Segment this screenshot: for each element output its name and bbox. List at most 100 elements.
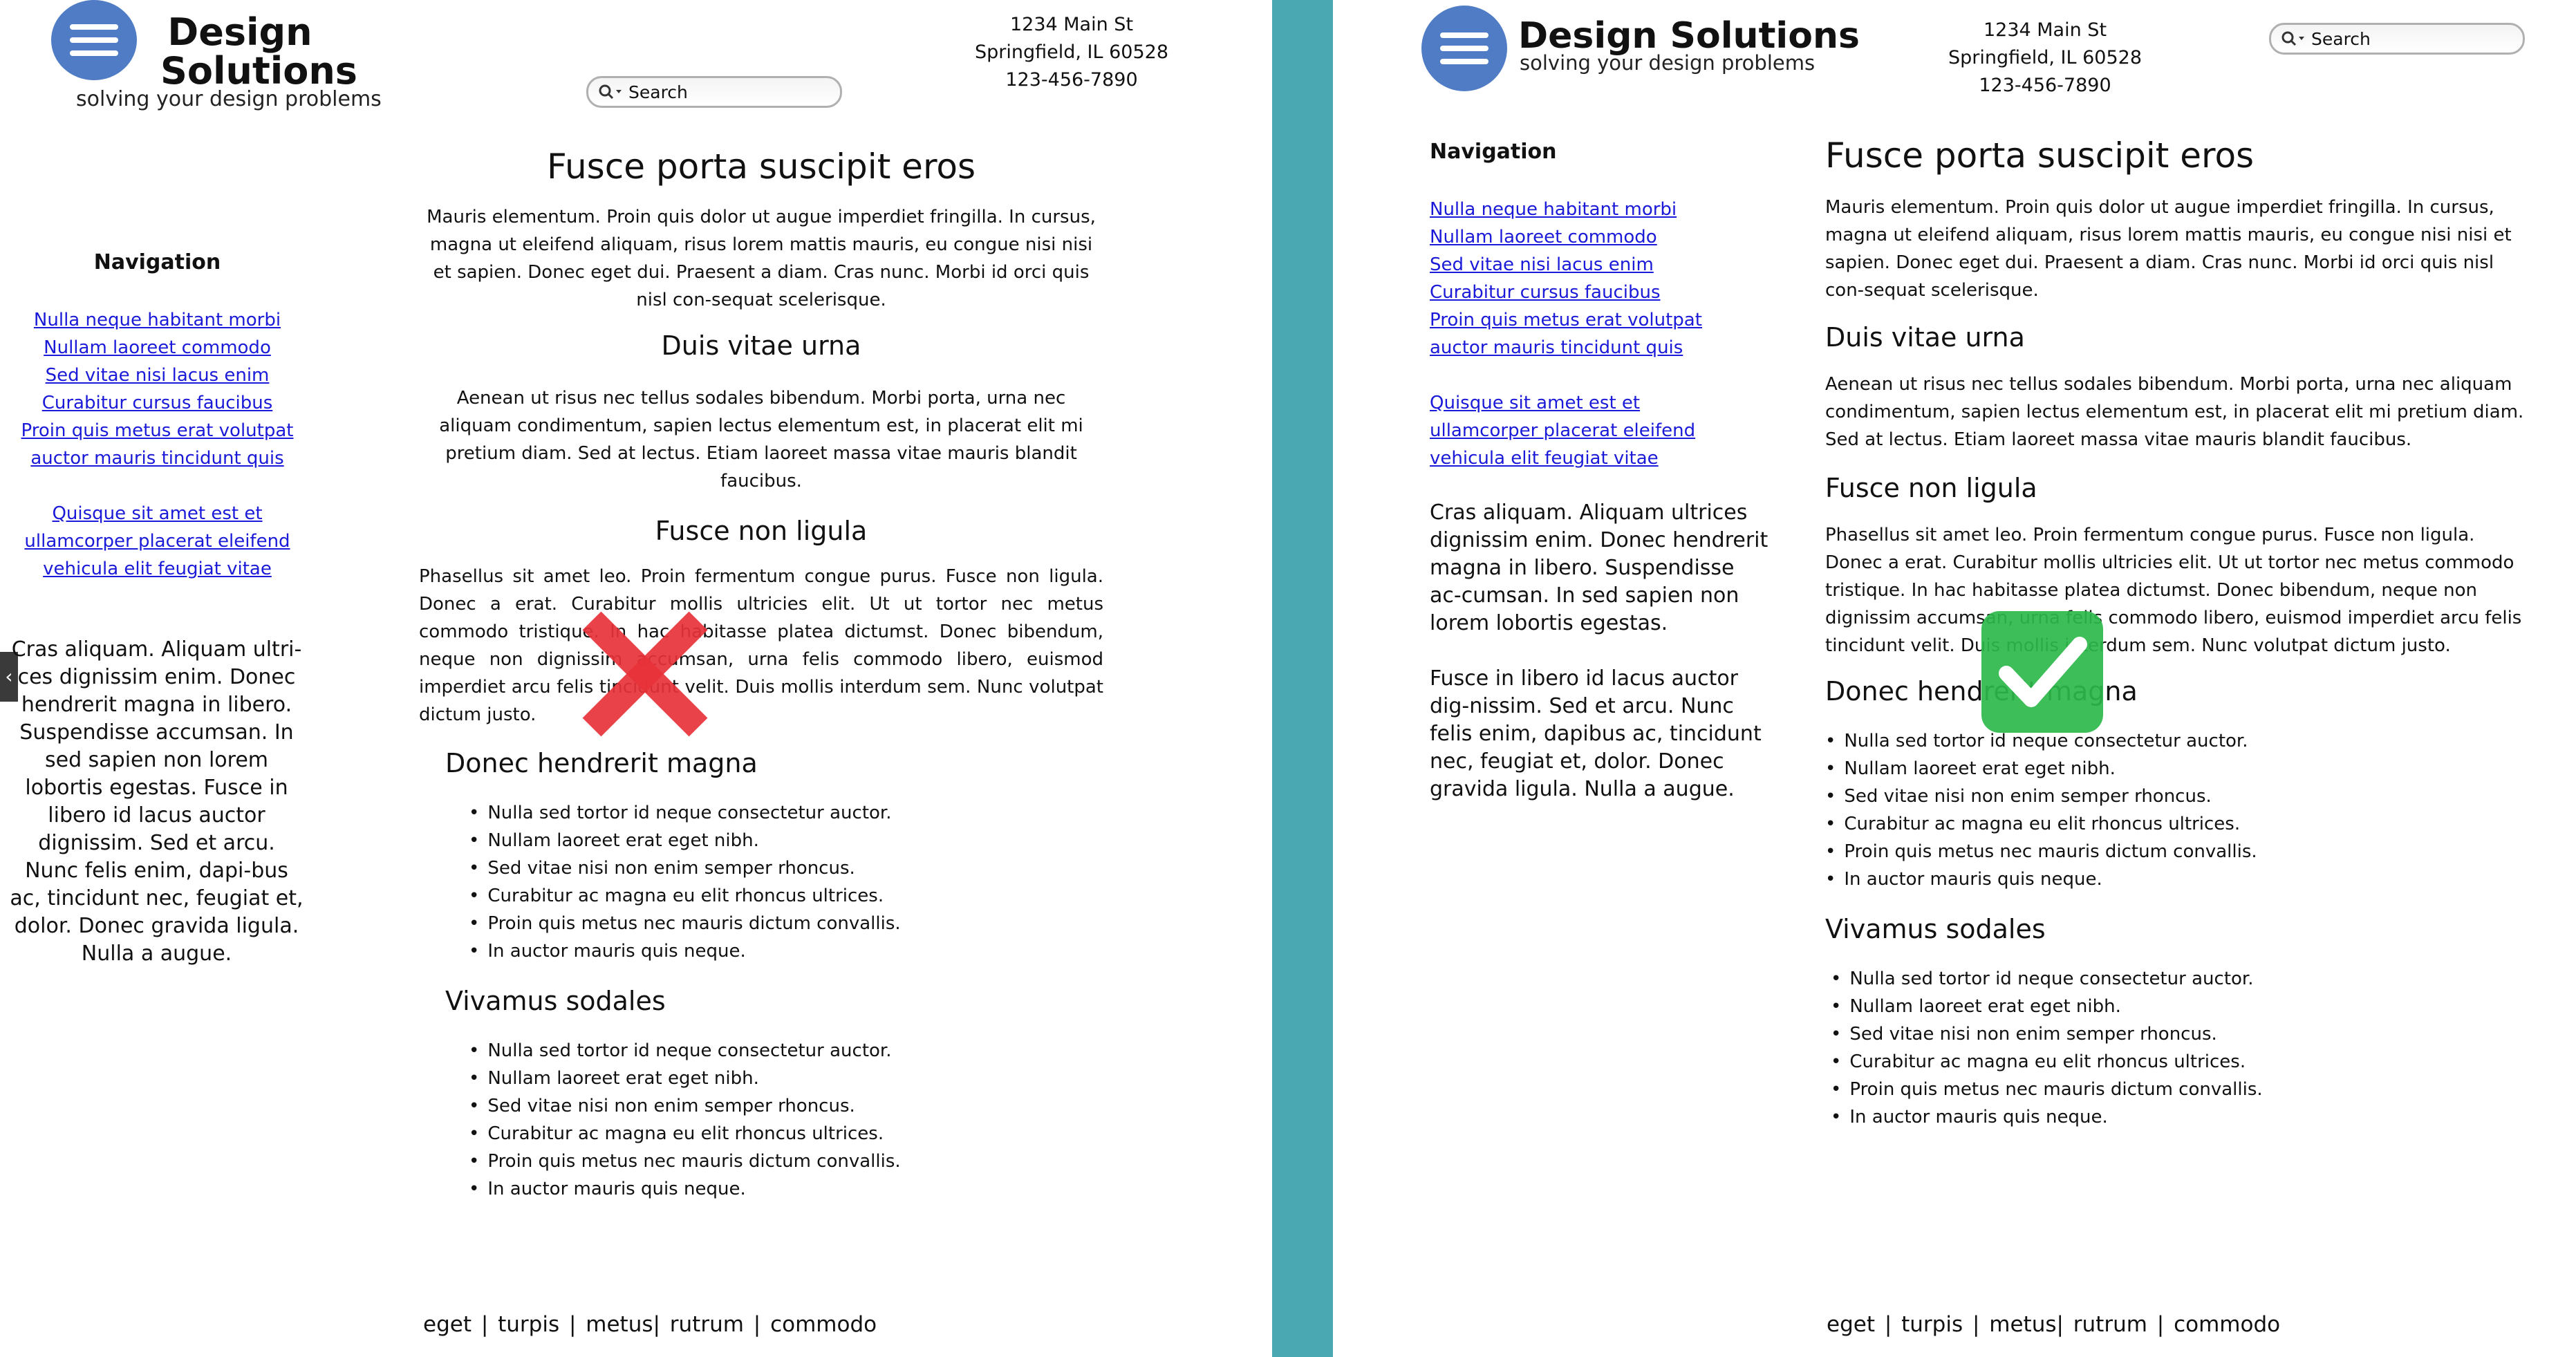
nav-link-1[interactable]: Nulla neque habitant morbi [1430,199,1677,220]
nav-link-4[interactable]: Curabitur cursus faucibus [1430,282,1661,303]
nav-link-3[interactable]: Sed vitae nisi lacus enim [46,365,270,386]
logo-menu-icon[interactable] [51,0,137,80]
nav-item: ullamcorper placerat eleifend [0,527,315,555]
bullet-list-1: Nulla sed tortor id neque consectetur au… [1825,727,2530,893]
nav-link-5[interactable]: Proin quis metus erat volutpat [1430,310,1702,330]
nav-link-8[interactable]: ullamcorper placerat eleifend [24,531,290,552]
list-item: Nullam laoreet erat eget nibh. [1825,755,2530,783]
bullet-list-2: Nulla sed tortor id neque consectetur au… [1831,965,2530,1131]
search-icon [2281,31,2304,46]
nav-link-7[interactable]: Quisque sit amet est et [52,503,262,524]
nav-item: ullamcorper placerat eleifend [1430,417,1702,444]
nav-list: Nulla neque habitant morbi Nullam laoree… [0,306,315,583]
tagline: solving your design problems [76,87,382,111]
section-heading-2: Fusce non ligula [655,516,868,546]
left-panel-rejected: Design Solutions solving your design pro… [0,0,1272,1357]
nav-link-2[interactable]: Nullam laoreet commodo [1430,227,1657,247]
section-heading-2: Fusce non ligula [1825,473,2037,503]
intro-paragraph: Mauris elementum. Proin quis dolor ut au… [1825,197,2512,301]
red-x-icon [582,611,708,737]
nav-link-9[interactable]: vehicula elit feugiat vitae [1430,448,1659,469]
nav-spacer [1430,362,1702,389]
address-phone: 123-456-7890 [1005,69,1138,91]
section-paragraph-1: Aenean ut risus nec tellus sodales biben… [1825,374,2524,450]
page-title: Fusce porta suscipit eros [1825,135,2255,176]
footer-links: eget | turpis | metus| rutrum | commodo [1827,1312,2281,1337]
nav-link-4[interactable]: Curabitur cursus faucibus [42,393,273,413]
sidebar-text-1: Cras aliquam. Aliquam ultrices dignissim… [1430,500,1768,635]
section-heading-1: Duis vitae urna [661,330,861,361]
nav-link-7[interactable]: Quisque sit amet est et [1430,393,1640,413]
list-item: Nulla sed tortor id neque consectetur au… [469,1037,1103,1065]
tagline: solving your design problems [1520,51,1816,75]
green-check-icon [1981,611,2103,733]
brand-line-2: Solutions [160,49,357,93]
address-city: Springfield, IL 60528 [1948,47,2143,68]
list-item: Sed vitae nisi non enim semper rhoncus. [1831,1020,2530,1048]
list-item: Nulla sed tortor id neque consectetur au… [469,799,1103,827]
list-item: Nullam laoreet erat eget nibh. [1831,993,2530,1020]
right-panel-approved: Design Solutions solving your design pro… [1333,0,2576,1357]
nav-link-1[interactable]: Nulla neque habitant morbi [34,310,281,330]
section-paragraph-2: Phasellus sit amet leo. Proin fermentum … [1825,525,2522,656]
list-item: Sed vitae nisi non enim semper rhoncus. [469,1092,1103,1120]
nav-link-6[interactable]: auctor mauris tincidunt quis [30,448,283,469]
search-input[interactable]: Search [586,76,842,108]
address-phone: 123-456-7890 [1979,75,2111,96]
nav-item: auctor mauris tincidunt quis [1430,334,1702,362]
brand-name: Design Solutions [160,10,357,93]
brand-name: Design Solutions [1518,15,1860,57]
list-item: In auctor mauris quis neque. [469,937,1103,965]
nav-item: Nulla neque habitant morbi [1430,196,1702,223]
search-placeholder: Search [2311,28,2371,49]
section-heading-3: Donec hendrerit magna [1825,676,2138,706]
list-item: Curabitur ac magna eu elit rhoncus ultri… [469,882,1103,910]
list-item: Proin quis metus nec mauris dictum conva… [469,910,1103,937]
nav-item: Sed vitae nisi lacus enim [0,362,315,389]
list-item: Nullam laoreet erat eget nibh. [469,827,1103,854]
section-heading-4: Vivamus sodales [1825,914,2046,944]
nav-item: vehicula elit feugiat vitae [0,555,315,583]
list-item: Sed vitae nisi non enim semper rhoncus. [469,854,1103,882]
list-item: Sed vitae nisi non enim semper rhoncus. [1825,783,2530,810]
main-content: Fusce porta suscipit eros Mauris element… [1825,135,2530,1131]
nav-title: Navigation [93,250,221,274]
footer-links: eget | turpis | metus| rutrum | commodo [423,1312,877,1337]
nav-list: Nulla neque habitant morbi Nullam laoree… [1430,196,1702,472]
address-street: 1234 Main St [1009,14,1134,35]
section-paragraph-2: Phasellus sit amet leo. Proin fermentum … [419,566,1103,725]
nav-title: Navigation [1430,140,1557,164]
bullet-list-2: Nulla sed tortor id neque consectetur au… [469,1037,1103,1203]
main-content: Fusce porta suscipit eros Mauris element… [419,147,1103,1203]
search-icon [599,84,622,100]
nav-item: Sed vitae nisi lacus enim [1430,251,1702,279]
nav-item: Proin quis metus erat volutpat [1430,306,1702,334]
nav-link-8[interactable]: ullamcorper placerat eleifend [1430,420,1695,441]
bullet-list-1: Nulla sed tortor id neque consectetur au… [469,799,1103,965]
nav-link-3[interactable]: Sed vitae nisi lacus enim [1430,254,1654,275]
nav-item: Curabitur cursus faucibus [1430,279,1702,306]
page-title: Fusce porta suscipit eros [546,147,976,187]
nav-item: Quisque sit amet est et [1430,389,1702,417]
address: 1234 Main St Springfield, IL 60528 123-4… [1941,17,2149,100]
nav-link-2[interactable]: Nullam laoreet commodo [44,337,271,358]
nav-link-5[interactable]: Proin quis metus erat volutpat [21,420,294,441]
search-input[interactable]: Search [2269,23,2525,55]
nav-link-6[interactable]: auctor mauris tincidunt quis [1430,337,1683,358]
intro-paragraph: Mauris elementum. Proin quis dolor ut au… [427,207,1096,310]
address-city: Springfield, IL 60528 [974,41,1169,63]
list-item: Curabitur ac magna eu elit rhoncus ultri… [1825,810,2530,838]
logo-menu-icon[interactable] [1421,6,1507,91]
panel-divider [1272,0,1333,1357]
list-item: Nulla sed tortor id neque consectetur au… [1825,727,2530,755]
nav-link-9[interactable]: vehicula elit feugiat vitae [43,559,272,579]
list-item: Proin quis metus nec mauris dictum conva… [1831,1076,2530,1103]
nav-item: Nulla neque habitant morbi [0,306,315,334]
nav-item: auctor mauris tincidunt quis [0,444,315,472]
brand-line-1: Design [167,10,312,54]
address: 1234 Main St Springfield, IL 60528 123-4… [968,11,1175,94]
list-item: Nullam laoreet erat eget nibh. [469,1065,1103,1092]
sidebar-text-2: Fusce in libero id lacus auctor dig-niss… [1430,666,1762,801]
list-item: In auctor mauris quis neque. [1831,1103,2530,1131]
section-heading-3: Donec hendrerit magna [445,748,758,778]
